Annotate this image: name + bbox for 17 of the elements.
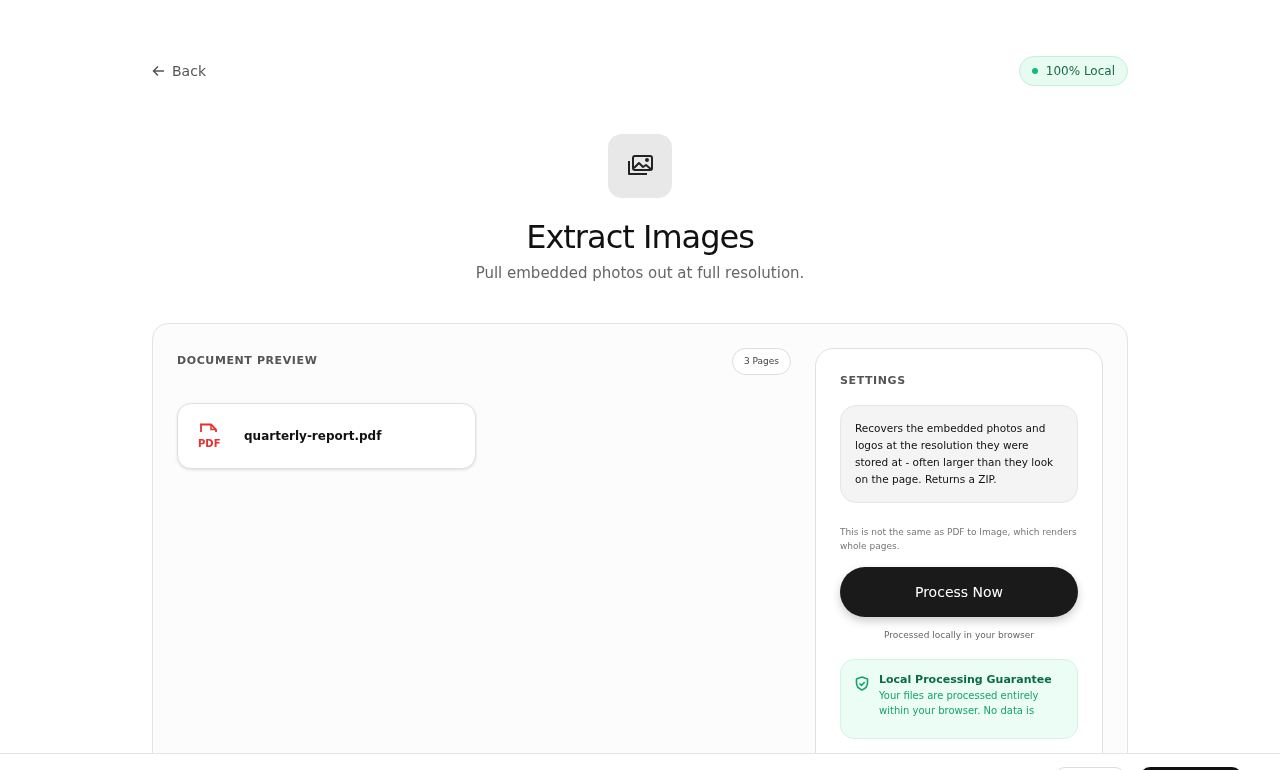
status-badge: 100% Local (1018, 56, 1128, 86)
guarantee-text: Your files are processed entirely within your browser. No data is (879, 689, 1040, 719)
back-link[interactable]: Back (152, 60, 206, 82)
section-heading: DOCUMENT PREVIEW (177, 353, 318, 370)
description-text: Recovers the embedded photos and logos at the resolution they were stored at - often larger than they look on the page. Returns a ZIP. (840, 405, 1078, 504)
shield-check-icon (855, 675, 869, 691)
images-icon (626, 154, 654, 178)
process-button[interactable]: Process Now (840, 567, 1078, 618)
button-caption: Processed locally in your browser (882, 629, 1036, 643)
guarantee-title: Local Processing Guarantee (879, 671, 1052, 688)
back-arrow-icon (152, 65, 165, 77)
note-text: This is not the same as PDF to Image, which renders whole pages. (840, 526, 1078, 554)
page-subtitle: Pull embedded photos out at full resolution. (474, 263, 806, 285)
page-title: Extract Images (525, 218, 755, 257)
page-count: 3 Pages (731, 347, 791, 376)
section-heading: SETTINGS (840, 372, 907, 389)
file-card[interactable]: PDF quarterly-report.pdf (177, 403, 476, 470)
